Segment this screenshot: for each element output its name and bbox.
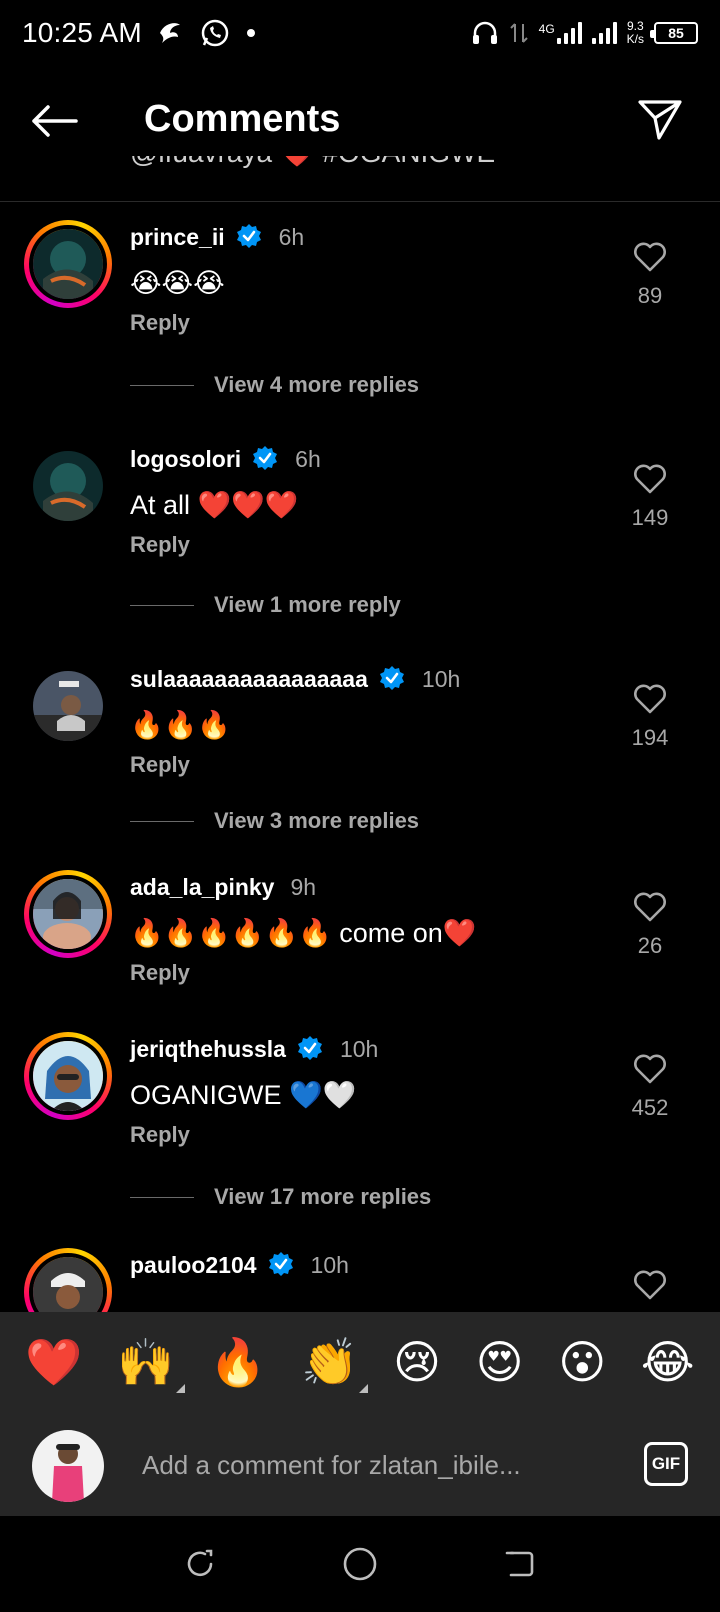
skin-tone-indicator-icon <box>359 1384 369 1393</box>
like-count: 149 <box>631 505 669 530</box>
battery-icon: 85 <box>650 22 698 44</box>
share-button[interactable] <box>634 94 686 146</box>
emoji-fire-button[interactable]: 🔥 <box>209 1339 266 1385</box>
skin-tone-indicator-icon <box>175 1384 185 1393</box>
notification-dot-icon <box>246 29 255 37</box>
verified-badge-icon <box>253 446 278 470</box>
emoji-raised-hands-button[interactable]: 🙌 <box>117 1339 185 1393</box>
comment-text: 🔥🔥🔥🔥🔥🔥 come on❤️ <box>130 918 477 948</box>
comments-list[interactable]: prince_ii 6h 😭😭😭 Reply 89 View 4 more re… <box>0 202 720 1312</box>
page-title: Comments <box>144 98 341 140</box>
view-replies-button[interactable]: View 1 more reply <box>130 592 401 618</box>
view-replies-button[interactable]: View 17 more replies <box>130 1184 431 1210</box>
comment-text: 😭😭😭 <box>130 268 225 298</box>
heart-icon <box>634 242 666 272</box>
system-nav-bar <box>0 1516 720 1612</box>
heart-icon <box>634 464 666 494</box>
comment-time: 10h <box>339 1035 379 1062</box>
comment-username[interactable]: logosolori <box>130 446 241 473</box>
arrow-left-icon <box>32 105 78 137</box>
net-speed: 9.3 K/s <box>626 19 644 46</box>
signal-strength-icon <box>556 22 582 44</box>
home-circle-icon <box>343 1547 377 1581</box>
network-type: 4G <box>538 22 555 36</box>
emoji-crying-button[interactable]: 😢 <box>393 1339 441 1385</box>
comment-time: 6h <box>278 223 305 250</box>
emoji-clap-button[interactable]: 👏 <box>301 1339 369 1393</box>
comment-username[interactable]: sulaaaaaaaaaaaaaaaa <box>130 666 368 693</box>
data-transfer-icon <box>509 23 528 43</box>
avatar[interactable] <box>24 870 112 958</box>
emoji-laughing-button[interactable]: 😂 <box>641 1339 695 1385</box>
status-time: 10:25 AM <box>22 17 142 48</box>
verified-badge-icon <box>268 1252 293 1276</box>
like-button[interactable]: 149 <box>620 464 680 531</box>
comment-username[interactable]: prince_ii <box>130 224 225 251</box>
status-bar: 10:25 AM 4G 9.3 K/s 85 <box>0 0 720 66</box>
recent-apps-button[interactable] <box>176 1540 224 1588</box>
signal-strength-2-icon <box>591 22 617 44</box>
view-replies-button[interactable]: View 4 more replies <box>130 372 419 398</box>
comment-username[interactable]: jeriqthehussla <box>130 1036 286 1063</box>
comment-text: OGANIGWE 💙🤍 <box>130 1080 357 1110</box>
bird-app-icon <box>159 23 180 43</box>
view-replies-button[interactable]: View 3 more replies <box>130 808 419 834</box>
recent-apps-icon <box>187 1549 213 1577</box>
back-nav-icon <box>505 1551 534 1577</box>
like-count: 89 <box>637 283 663 308</box>
heart-icon <box>634 684 666 714</box>
avatar[interactable] <box>24 662 112 750</box>
whatsapp-icon <box>201 19 229 47</box>
like-button[interactable]: 26 <box>620 892 680 959</box>
heart-icon <box>634 1054 666 1084</box>
back-button[interactable] <box>26 96 82 146</box>
verified-badge-icon <box>379 666 404 690</box>
quick-reaction-bar: ❤️ 🙌 🔥 👏 😢 😍 😮 😂 <box>0 1312 720 1412</box>
emoji-heart-eyes-button[interactable]: 😍 <box>476 1339 524 1385</box>
send-icon <box>638 100 682 140</box>
back-nav-button[interactable] <box>496 1540 544 1588</box>
like-count: 452 <box>631 1095 669 1120</box>
emoji-surprised-button[interactable]: 😮 <box>558 1339 606 1385</box>
reply-button[interactable]: Reply <box>130 310 600 336</box>
comment-username[interactable]: ada_la_pinky <box>130 874 274 901</box>
like-button[interactable]: 89 <box>620 242 680 309</box>
verified-badge-icon <box>297 1036 322 1060</box>
reply-button[interactable]: Reply <box>130 960 600 986</box>
my-avatar <box>32 1430 104 1502</box>
avatar[interactable] <box>24 220 112 308</box>
avatar[interactable] <box>24 1032 112 1120</box>
header: Comments <box>0 76 720 166</box>
reply-button[interactable]: Reply <box>130 752 600 778</box>
like-button[interactable] <box>620 1270 680 1305</box>
gif-button[interactable]: GIF <box>644 1442 688 1486</box>
like-count: 194 <box>631 725 669 750</box>
comment-text: At all ❤️❤️❤️ <box>130 490 299 520</box>
headphones-icon <box>472 21 497 44</box>
comment-time: 10h <box>421 665 461 692</box>
avatar[interactable] <box>24 442 112 530</box>
like-button[interactable]: 194 <box>620 684 680 751</box>
comment-input-bar: GIF <box>0 1412 720 1516</box>
home-button[interactable] <box>336 1540 384 1588</box>
like-button[interactable]: 452 <box>620 1054 680 1121</box>
heart-icon <box>634 1270 666 1300</box>
comment-username[interactable]: pauloo2104 <box>130 1252 257 1279</box>
reply-button[interactable]: Reply <box>130 1122 600 1148</box>
like-count: 26 <box>637 933 663 958</box>
avatar[interactable] <box>24 1248 112 1312</box>
comment-input[interactable] <box>142 1440 582 1490</box>
heart-icon <box>634 892 666 922</box>
comment-time: 9h <box>290 873 317 900</box>
reply-button[interactable]: Reply <box>130 532 600 558</box>
verified-badge-icon <box>236 224 261 248</box>
comment-time: 10h <box>310 1251 349 1278</box>
comment-text: 🔥🔥🔥 <box>130 710 231 740</box>
emoji-heart-button[interactable]: ❤️ <box>25 1339 82 1385</box>
comment-time: 6h <box>295 445 321 472</box>
caption-partial: @ifuavraya ❤️ #OGANIGWE <box>0 156 720 202</box>
